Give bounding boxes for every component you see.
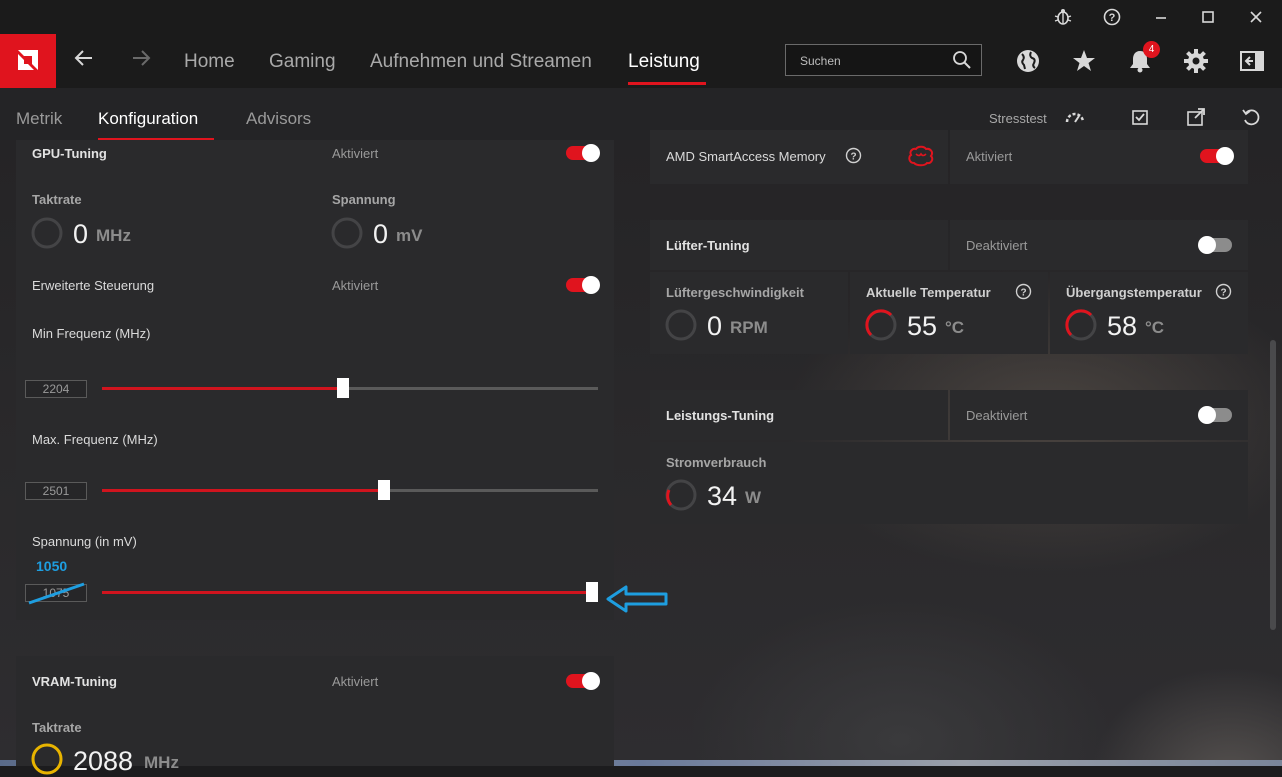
- power-tuning-status: Deaktiviert: [966, 408, 1028, 423]
- svg-text:?: ?: [850, 151, 856, 162]
- annotation-value: 1050: [36, 558, 68, 574]
- notification-badge: 4: [1143, 41, 1160, 58]
- power-tuning-toggle[interactable]: [1198, 406, 1232, 424]
- current-temp-unit: °C: [945, 318, 965, 337]
- export-icon[interactable]: [1185, 106, 1207, 128]
- power-draw-value: 34: [707, 481, 738, 511]
- close-icon[interactable]: [1245, 6, 1267, 28]
- current-temp-label: Aktuelle Temperatur: [866, 285, 991, 300]
- junction-temp-gauge: [1065, 309, 1097, 341]
- gpu-clock-label: Taktrate: [32, 192, 82, 207]
- nav-home[interactable]: Home: [184, 51, 235, 73]
- current-temp-gauge: [865, 309, 897, 341]
- fan-speed-value: 0: [707, 311, 723, 341]
- max-freq-input[interactable]: 2501: [25, 482, 87, 500]
- svg-text:?: ?: [1020, 287, 1026, 298]
- svg-text:?: ?: [1109, 12, 1116, 24]
- maximize-icon[interactable]: [1197, 6, 1219, 28]
- max-freq-fill: [102, 489, 384, 492]
- stresstest-label[interactable]: Stresstest: [989, 111, 1047, 126]
- gpu-clock-value: 0: [73, 219, 89, 249]
- apply-changes-icon[interactable]: [1129, 106, 1151, 128]
- vram-clock-label: Taktrate: [32, 720, 82, 735]
- search-icon[interactable]: [951, 49, 973, 71]
- annotation-arrow-icon: [606, 585, 668, 613]
- max-freq-label: Max. Frequenz (MHz): [32, 432, 158, 447]
- voltage-slider-label: Spannung (in mV): [32, 534, 137, 549]
- sam-status: Aktiviert: [966, 149, 1013, 164]
- vram-clock-gauge: [31, 743, 63, 775]
- current-temp-help-icon[interactable]: ?: [1015, 283, 1032, 300]
- star-icon[interactable]: [1071, 48, 1097, 74]
- junction-temp-help-icon[interactable]: ?: [1215, 283, 1232, 300]
- title-bar: [0, 0, 1282, 34]
- gpu-voltage-value: 0: [373, 219, 389, 249]
- advanced-control-label: Erweiterte Steuerung: [32, 278, 155, 293]
- fan-tuning-toggle[interactable]: [1198, 236, 1232, 254]
- back-arrow-icon[interactable]: [72, 46, 96, 77]
- svg-text:?: ?: [1220, 287, 1226, 298]
- annotation-strikethrough: [28, 582, 85, 605]
- junction-temp-value: 58: [1107, 311, 1138, 341]
- current-temp-value: 55: [907, 311, 938, 341]
- min-freq-slider-thumb[interactable]: [337, 378, 349, 398]
- power-draw-unit: W: [745, 488, 762, 507]
- sidebar-toggle-icon[interactable]: [1239, 48, 1265, 74]
- amd-logo[interactable]: [0, 34, 56, 88]
- vram-tuning-toggle[interactable]: [566, 672, 600, 690]
- gpu-voltage-gauge: [331, 217, 363, 249]
- tab-configuration[interactable]: Konfiguration: [98, 109, 198, 129]
- tab-metrics[interactable]: Metrik: [16, 109, 62, 129]
- vram-tuning-status: Aktiviert: [332, 674, 379, 689]
- sam-help-icon[interactable]: ?: [845, 147, 862, 164]
- fan-speed-gauge: [665, 309, 697, 341]
- tab-advisors[interactable]: Advisors: [246, 109, 311, 129]
- sam-label: AMD SmartAccess Memory: [666, 149, 826, 164]
- advanced-control-status: Aktiviert: [332, 278, 379, 293]
- reset-icon[interactable]: [1240, 106, 1262, 128]
- fan-tuning-title: Lüfter-Tuning: [666, 238, 750, 253]
- nav-active-underline: [628, 82, 706, 85]
- nav-gaming[interactable]: Gaming: [269, 51, 336, 73]
- junction-temp-unit: °C: [1145, 318, 1165, 337]
- forward-arrow-icon[interactable]: [129, 46, 153, 77]
- nav-performance[interactable]: Leistung: [628, 51, 700, 73]
- help-icon[interactable]: ?: [1101, 6, 1123, 28]
- vram-tuning-title: VRAM-Tuning: [32, 674, 117, 689]
- stresstest-gauge-icon[interactable]: [1064, 106, 1086, 128]
- min-freq-input[interactable]: 2204: [25, 380, 87, 398]
- bug-icon[interactable]: [1052, 6, 1074, 28]
- gpu-voltage-label: Spannung: [332, 192, 396, 207]
- min-freq-label: Min Frequenz (MHz): [32, 326, 151, 341]
- power-draw-label: Stromverbrauch: [666, 455, 767, 470]
- brain-icon: [908, 145, 934, 167]
- search-box[interactable]: Suchen: [785, 44, 982, 76]
- gpu-clock-gauge: [31, 217, 63, 249]
- nav-recording-streaming[interactable]: Aufnehmen und Streamen: [370, 51, 592, 73]
- gpu-tuning-status: Aktiviert: [332, 146, 379, 161]
- settings-gear-icon[interactable]: [1183, 48, 1209, 74]
- max-freq-slider-thumb[interactable]: [378, 480, 390, 500]
- vram-clock-unit: MHz: [144, 753, 179, 772]
- gpu-tuning-toggle[interactable]: [566, 144, 600, 162]
- gpu-voltage-unit: mV: [396, 226, 423, 245]
- min-freq-fill: [102, 387, 343, 390]
- fan-speed-unit: RPM: [730, 318, 768, 337]
- scrollbar-thumb[interactable]: [1270, 340, 1276, 630]
- junction-temp-label: Übergangstemperatur: [1066, 285, 1202, 300]
- power-tuning-title: Leistungs-Tuning: [666, 408, 775, 423]
- vram-clock-value: 2088: [73, 746, 134, 776]
- gpu-tuning-title: GPU-Tuning: [32, 146, 107, 161]
- advanced-control-toggle[interactable]: [566, 276, 600, 294]
- voltage-slider-thumb[interactable]: [586, 582, 598, 602]
- fan-tuning-status: Deaktiviert: [966, 238, 1028, 253]
- gpu-clock-unit: MHz: [96, 226, 131, 245]
- fan-speed-label: Lüftergeschwindigkeit: [666, 285, 804, 300]
- search-placeholder: Suchen: [800, 54, 841, 68]
- globe-icon[interactable]: [1015, 48, 1041, 74]
- sam-toggle[interactable]: [1200, 147, 1234, 165]
- voltage-fill: [102, 591, 592, 594]
- power-draw-gauge: [665, 479, 697, 511]
- minimize-icon[interactable]: [1150, 6, 1172, 28]
